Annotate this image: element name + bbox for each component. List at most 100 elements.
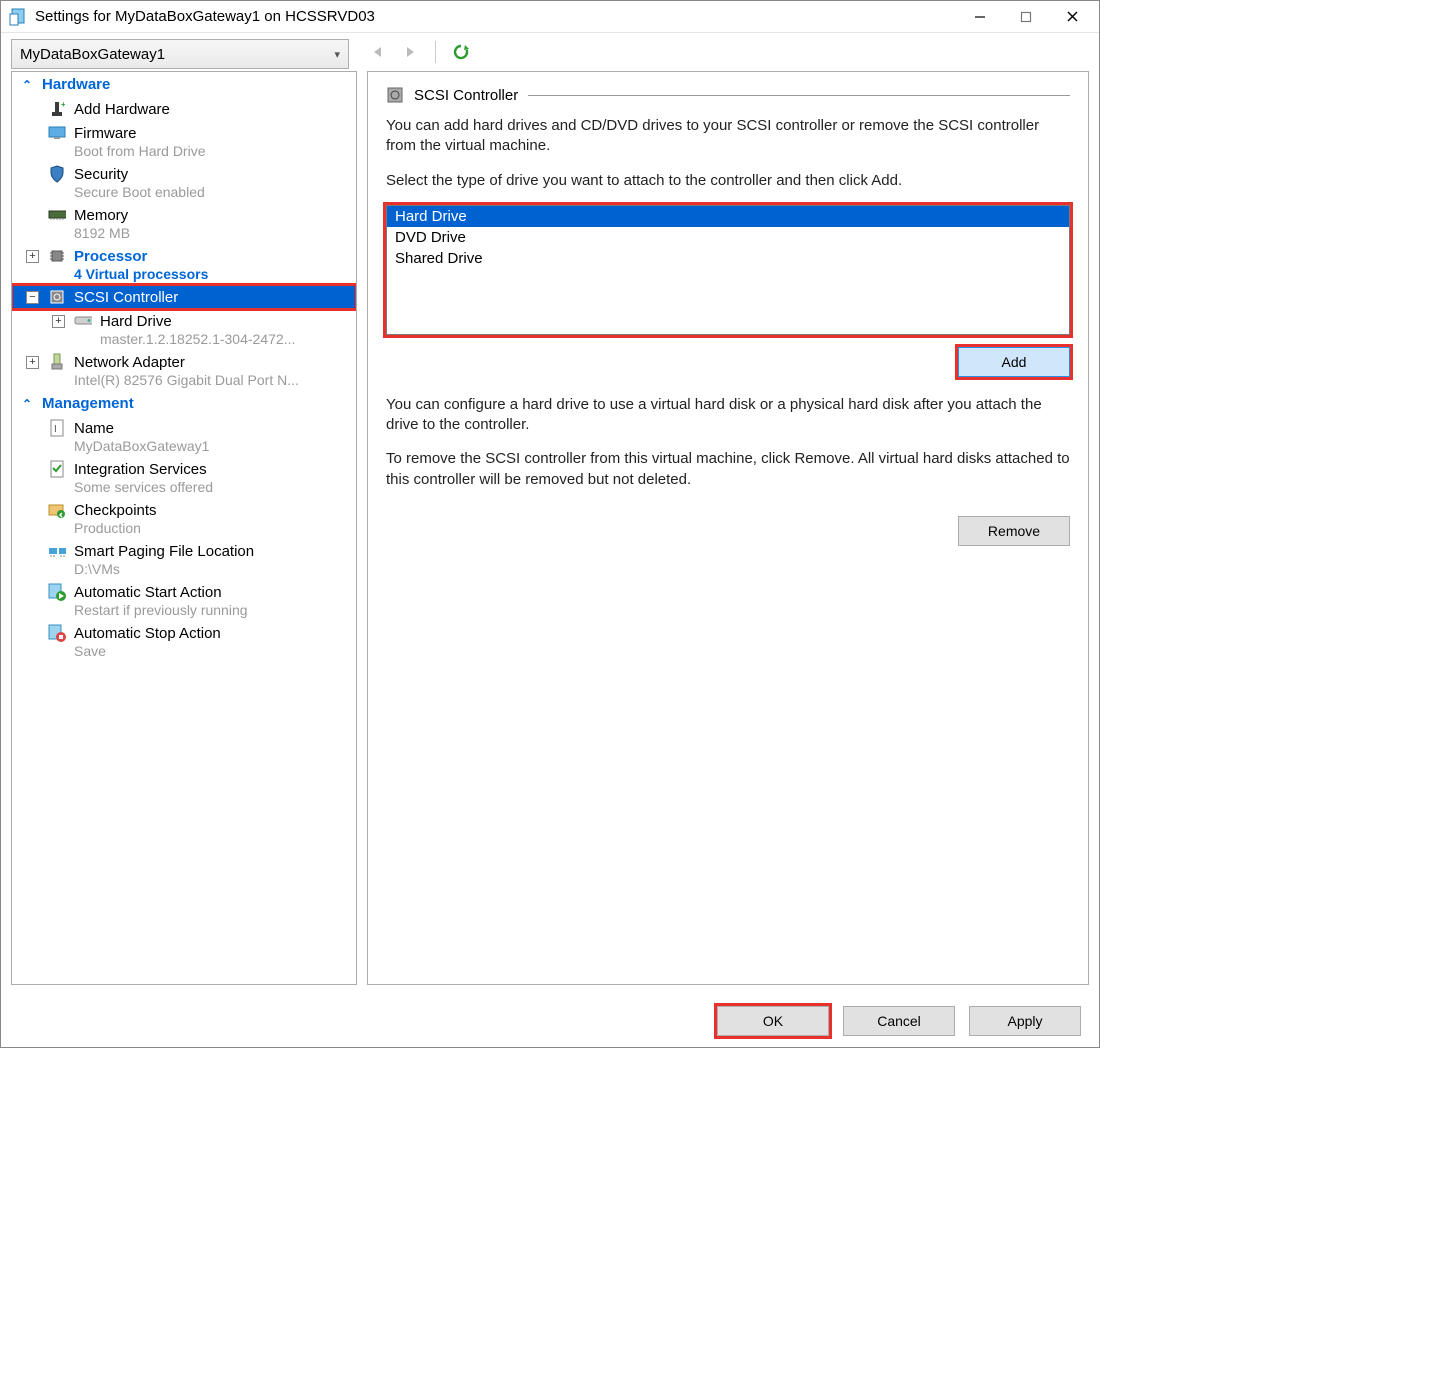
tree-label: Smart Paging File Location bbox=[74, 543, 254, 560]
description-text: You can add hard drives and CD/DVD drive… bbox=[386, 116, 1070, 157]
scsi-icon bbox=[48, 288, 66, 306]
tree-sublabel: D:\VMs bbox=[48, 561, 350, 577]
divider bbox=[528, 95, 1070, 96]
titlebar: Settings for MyDataBoxGateway1 on HCSSRV… bbox=[1, 1, 1099, 33]
name-icon: I bbox=[48, 419, 66, 437]
category-label: Hardware bbox=[42, 76, 110, 93]
expand-icon[interactable]: + bbox=[26, 356, 39, 369]
collapse-icon[interactable]: − bbox=[26, 291, 39, 304]
tree-label: Memory bbox=[74, 207, 128, 224]
toolbar: MyDataBoxGateway1 ▾ bbox=[1, 33, 1099, 71]
dialog-buttons: OK Cancel Apply bbox=[1, 995, 1099, 1047]
tree-item-name[interactable]: I Name MyDataBoxGateway1 bbox=[12, 416, 356, 457]
tree-sublabel: Some services offered bbox=[48, 479, 350, 495]
tree-sublabel: Save bbox=[48, 643, 350, 659]
drive-icon bbox=[74, 312, 92, 330]
tree-item-smart-paging[interactable]: Smart Paging File Location D:\VMs bbox=[12, 539, 356, 580]
section-header: SCSI Controller bbox=[386, 86, 1070, 104]
tree-item-security[interactable]: Security Secure Boot enabled bbox=[12, 162, 356, 203]
nav-controls bbox=[357, 39, 472, 65]
svg-text:+: + bbox=[61, 101, 65, 109]
tree-label: Firmware bbox=[74, 125, 137, 142]
collapse-icon: ⌃ bbox=[20, 78, 34, 92]
add-button[interactable]: Add bbox=[958, 347, 1070, 377]
collapse-icon: ⌃ bbox=[20, 397, 34, 411]
cpu-icon bbox=[48, 247, 66, 265]
tree-item-add-hardware[interactable]: + Add Hardware bbox=[12, 97, 356, 121]
tree-item-firmware[interactable]: Firmware Boot from Hard Drive bbox=[12, 121, 356, 162]
nav-back-button[interactable] bbox=[367, 41, 389, 63]
section-title: SCSI Controller bbox=[414, 87, 518, 104]
autostart-icon bbox=[48, 583, 66, 601]
tree-item-auto-stop[interactable]: Automatic Stop Action Save bbox=[12, 621, 356, 662]
add-hardware-icon: + bbox=[48, 100, 66, 118]
tree-label: Processor bbox=[74, 248, 147, 265]
tree-label: Integration Services bbox=[74, 461, 207, 478]
tree-item-integration-services[interactable]: Integration Services Some services offer… bbox=[12, 457, 356, 498]
cancel-button[interactable]: Cancel bbox=[843, 1006, 955, 1036]
tree-item-checkpoints[interactable]: Checkpoints Production bbox=[12, 498, 356, 539]
services-icon bbox=[48, 460, 66, 478]
category-management[interactable]: ⌃ Management bbox=[12, 391, 356, 416]
vm-selector-value: MyDataBoxGateway1 bbox=[20, 46, 165, 63]
tree-sublabel: Secure Boot enabled bbox=[48, 184, 350, 200]
detail-panel: SCSI Controller You can add hard drives … bbox=[367, 71, 1089, 985]
main-content: ⌃ Hardware + Add Hardware Firmware Boot f… bbox=[1, 71, 1099, 995]
tree-sublabel: Intel(R) 82576 Gigabit Dual Port N... bbox=[48, 372, 350, 388]
refresh-button[interactable] bbox=[450, 41, 472, 63]
listbox-option-shared-drive[interactable]: Shared Drive bbox=[387, 248, 1069, 269]
remove-button[interactable]: Remove bbox=[958, 516, 1070, 546]
remove-button-row: Remove bbox=[386, 516, 1070, 546]
tree-item-network-adapter[interactable]: + Network Adapter Intel(R) 82576 Gigabit… bbox=[12, 350, 356, 391]
nav-forward-button[interactable] bbox=[399, 41, 421, 63]
tree-sublabel: Boot from Hard Drive bbox=[48, 143, 350, 159]
expand-icon[interactable]: + bbox=[52, 315, 65, 328]
tree-item-hard-drive[interactable]: + Hard Drive master.1.2.18252.1-304-2472… bbox=[12, 309, 356, 350]
tree-label: Automatic Start Action bbox=[74, 584, 222, 601]
remove-info-text: To remove the SCSI controller from this … bbox=[386, 449, 1070, 490]
settings-tree[interactable]: ⌃ Hardware + Add Hardware Firmware Boot f… bbox=[11, 71, 357, 985]
add-button-row: Add bbox=[386, 347, 1070, 377]
apply-button[interactable]: Apply bbox=[969, 1006, 1081, 1036]
tree-label: Security bbox=[74, 166, 128, 183]
network-icon bbox=[48, 353, 66, 371]
memory-icon bbox=[48, 206, 66, 224]
checkpoint-icon bbox=[48, 501, 66, 519]
listbox-option-dvd-drive[interactable]: DVD Drive bbox=[387, 227, 1069, 248]
category-hardware[interactable]: ⌃ Hardware bbox=[12, 72, 356, 97]
tree-sublabel: MyDataBoxGateway1 bbox=[48, 438, 350, 454]
window-title: Settings for MyDataBoxGateway1 on HCSSRV… bbox=[35, 8, 957, 25]
instruction-text: Select the type of drive you want to att… bbox=[386, 171, 1070, 191]
listbox-option-hard-drive[interactable]: Hard Drive bbox=[387, 206, 1069, 227]
tree-item-memory[interactable]: Memory 8192 MB bbox=[12, 203, 356, 244]
monitor-icon bbox=[48, 124, 66, 142]
info-text: You can configure a hard drive to use a … bbox=[386, 395, 1070, 436]
tree-item-processor[interactable]: + Processor 4 Virtual processors bbox=[12, 244, 356, 285]
expand-icon[interactable]: + bbox=[26, 250, 39, 263]
minimize-button[interactable] bbox=[957, 2, 1003, 32]
tree-item-scsi-controller[interactable]: − SCSI Controller bbox=[12, 285, 356, 309]
chevron-down-icon: ▾ bbox=[334, 48, 340, 61]
scsi-icon bbox=[386, 86, 404, 104]
tree-label: Add Hardware bbox=[74, 101, 170, 118]
tree-item-auto-start[interactable]: Automatic Start Action Restart if previo… bbox=[12, 580, 356, 621]
ok-button[interactable]: OK bbox=[717, 1006, 829, 1036]
autostop-icon bbox=[48, 624, 66, 642]
tree-label: SCSI Controller bbox=[74, 289, 178, 306]
svg-text:I: I bbox=[54, 424, 57, 435]
tree-label: Name bbox=[74, 420, 114, 437]
tree-label: Checkpoints bbox=[74, 502, 157, 519]
tree-sublabel: 8192 MB bbox=[48, 225, 350, 241]
tree-sublabel: Restart if previously running bbox=[48, 602, 350, 618]
maximize-button[interactable] bbox=[1003, 2, 1049, 32]
drive-type-listbox[interactable]: Hard Drive DVD Drive Shared Drive bbox=[386, 205, 1070, 335]
separator bbox=[435, 41, 436, 63]
vm-selector-dropdown[interactable]: MyDataBoxGateway1 ▾ bbox=[11, 39, 349, 69]
shield-icon bbox=[48, 165, 66, 183]
tree-label: Network Adapter bbox=[74, 354, 185, 371]
tree-sublabel: 4 Virtual processors bbox=[48, 266, 350, 282]
tree-sublabel: master.1.2.18252.1-304-2472... bbox=[74, 331, 350, 347]
close-button[interactable] bbox=[1049, 2, 1095, 32]
tree-label: Automatic Stop Action bbox=[74, 625, 221, 642]
category-label: Management bbox=[42, 395, 134, 412]
